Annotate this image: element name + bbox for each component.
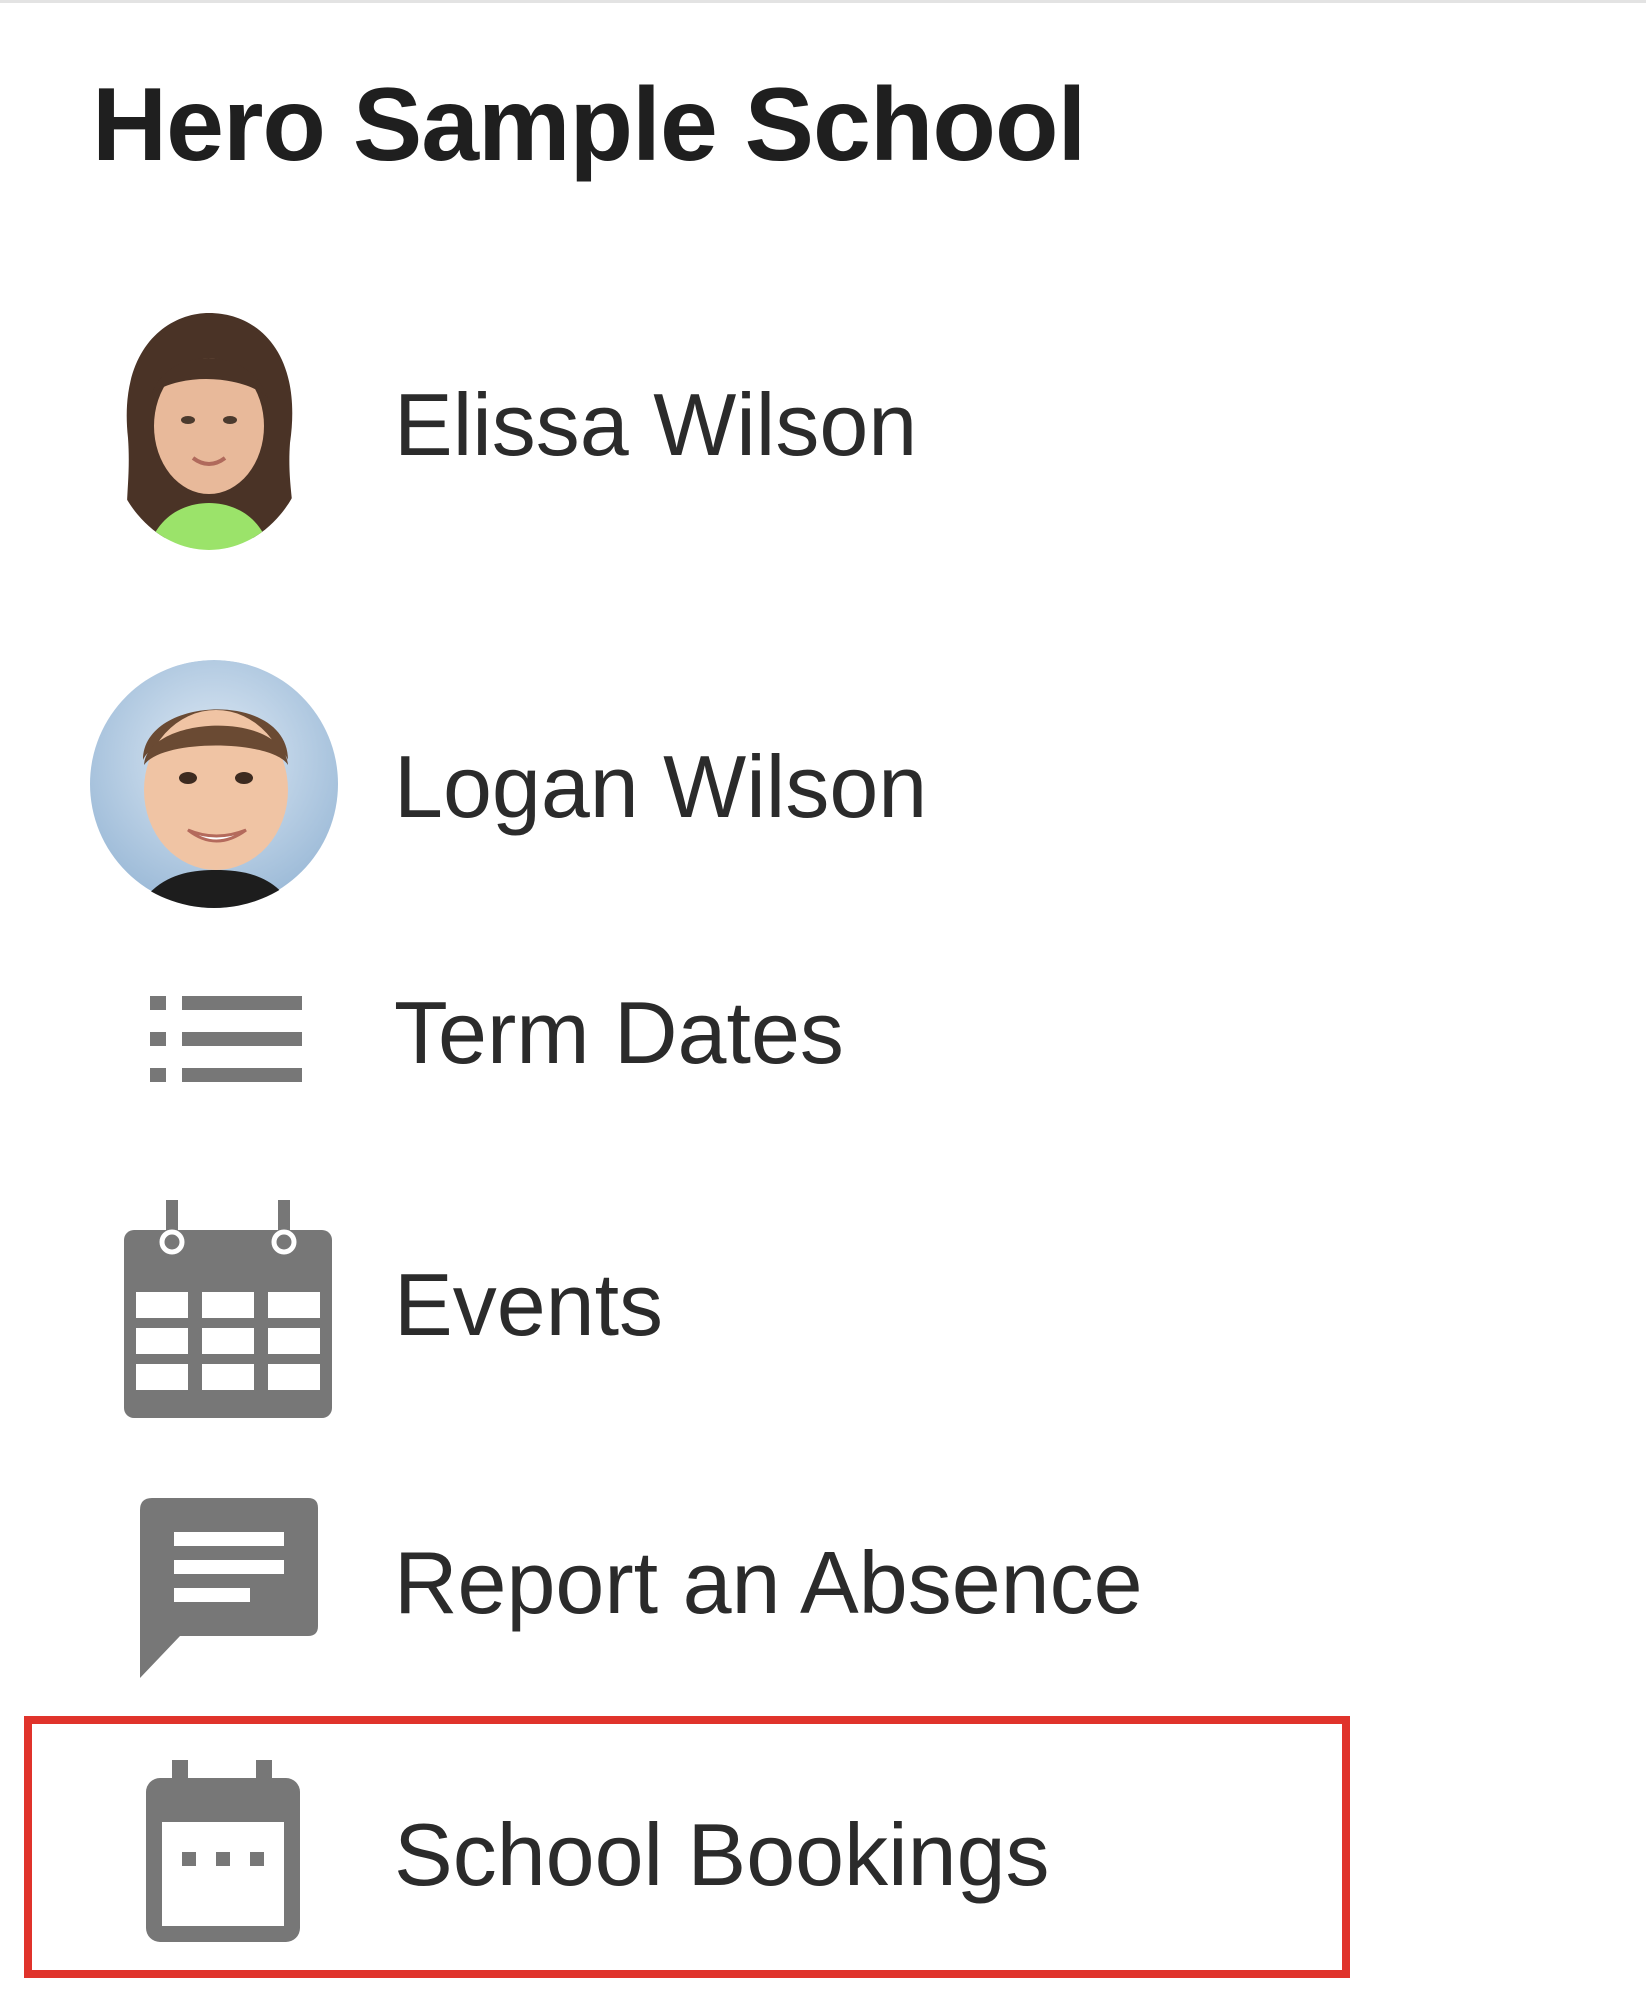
list-icon [150,996,302,1082]
menu-item-school-bookings[interactable]: School Bookings [0,1760,1646,1960]
logan-avatar-icon [88,660,340,908]
message-icon [140,1498,318,1678]
menu-item-label: Term Dates [394,983,844,1082]
menu-item-label: Report an Absence [394,1533,1143,1632]
school-name-heading: Hero Sample School [92,67,1086,183]
menu-item-logan-wilson[interactable]: Logan Wilson [0,660,1646,920]
menu-item-label: Logan Wilson [394,737,928,836]
calendar-dots-icon [146,1760,300,1942]
menu-item-label: Elissa Wilson [394,375,918,474]
menu-item-events[interactable]: Events [0,1190,1646,1420]
menu-item-elissa-wilson[interactable]: Elissa Wilson [0,300,1646,560]
menu-item-report-absence[interactable]: Report an Absence [0,1490,1646,1680]
menu-item-term-dates[interactable]: Term Dates [0,960,1646,1110]
calendar-grid-icon [124,1200,332,1418]
top-divider [0,0,1646,3]
menu-item-label: School Bookings [394,1805,1050,1904]
menu-item-label: Events [394,1255,664,1354]
elissa-avatar-icon [108,308,310,550]
